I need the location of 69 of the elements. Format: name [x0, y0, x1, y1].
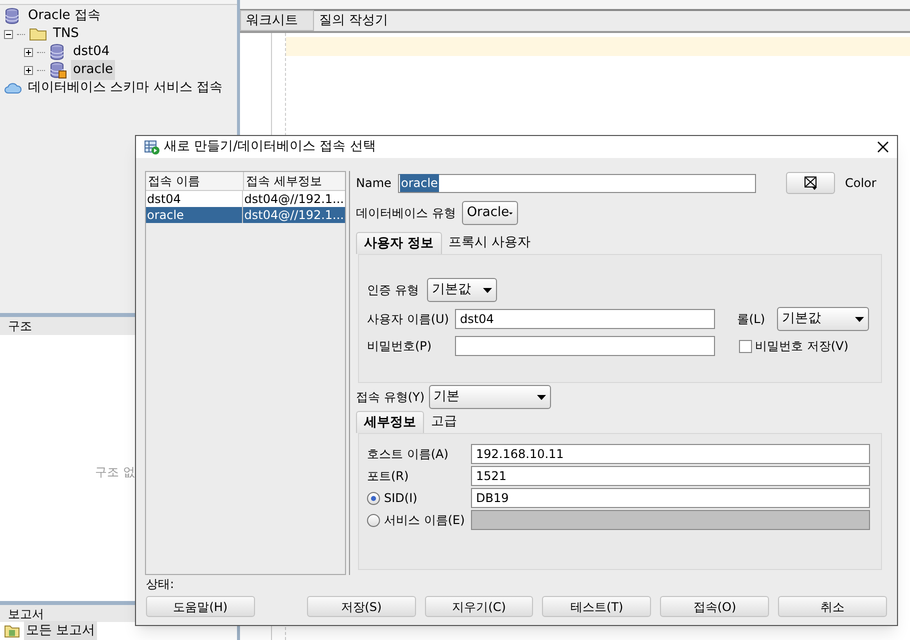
close-icon[interactable]: [877, 141, 889, 153]
field-label: 롤(L): [737, 311, 766, 328]
window-title: 새로 만들기/데이터베이스 접속 선택: [164, 138, 377, 156]
input-field[interactable]: [455, 336, 715, 356]
no-color-icon: [804, 176, 818, 190]
caret-icon: [536, 394, 546, 400]
table-cell: oracle: [146, 207, 244, 223]
radio-button[interactable]: [367, 514, 380, 526]
caret-icon: [855, 316, 864, 322]
input-field[interactable]: [471, 510, 870, 530]
radio-label: SID(I): [383, 490, 418, 507]
status-label: 상태:: [146, 576, 174, 593]
field-label: 포트(R): [367, 468, 410, 485]
tab[interactable]: 워크시트: [240, 10, 314, 31]
field-label: Name: [356, 175, 392, 192]
dropdown[interactable]: Oracle: [462, 201, 518, 225]
field-label: 사용자 이름(U): [367, 311, 450, 328]
tree-item[interactable]: TNS: [51, 24, 81, 44]
caret-icon: [483, 288, 492, 292]
field-label: 비밀번호(P): [367, 338, 433, 355]
color-button[interactable]: [786, 172, 835, 194]
input-field[interactable]: dst04: [455, 309, 715, 329]
tree-item[interactable]: Oracle 접속: [26, 6, 102, 26]
color-label: Color: [845, 175, 876, 192]
dropdown[interactable]: 기본값: [777, 307, 869, 331]
tree-item[interactable]: 데이터베이스 스키마 서비스 접속: [26, 78, 224, 98]
checkbox[interactable]: [739, 340, 752, 352]
field-label: 데이터베이스 유형: [356, 205, 456, 222]
folder-icon: [29, 27, 47, 41]
dialog-button[interactable]: 지우기(C): [424, 596, 534, 617]
field-label: 호스트 이름(A): [367, 446, 450, 463]
checkbox-label: 비밀번호 저장(V): [755, 338, 848, 355]
column-header[interactable]: 접속 이름: [146, 172, 244, 190]
table-cell: dst04@//192.1...: [243, 191, 345, 207]
table-row[interactable]: oracle dst04@//192.1...: [146, 207, 345, 223]
dialog-button[interactable]: 도움말(H): [146, 596, 255, 617]
table-row[interactable]: dst04 dst04@//192.1...: [146, 191, 345, 207]
empty-message: 구조 없: [95, 465, 135, 479]
tree-item[interactable]: dst04: [71, 42, 112, 62]
database-plug-icon: [49, 61, 67, 79]
dialog-button[interactable]: 저장(S): [306, 596, 416, 617]
tab[interactable]: 질의 작성기: [314, 10, 394, 31]
expand-icon[interactable]: [24, 48, 33, 56]
input-field[interactable]: 192.168.10.11: [471, 444, 870, 464]
tab[interactable]: 프록시 사용자: [442, 232, 538, 254]
tab[interactable]: 고급: [424, 411, 464, 433]
input-field[interactable]: oracle: [398, 174, 756, 192]
dropdown[interactable]: 기본: [428, 385, 551, 409]
dialog-button[interactable]: 취소: [778, 596, 887, 617]
dialog-button[interactable]: 테스트(T): [542, 596, 652, 617]
report-folder-icon: [4, 624, 20, 638]
collapse-icon[interactable]: [4, 30, 13, 38]
tab[interactable]: 사용자 정보: [356, 232, 442, 254]
radio-label: 서비스 이름(E): [383, 512, 466, 529]
cloud-icon: [4, 82, 22, 94]
expand-icon[interactable]: [24, 66, 33, 74]
dialog-button[interactable]: 접속(O): [660, 596, 770, 617]
dropdown[interactable]: 기본값: [427, 278, 497, 302]
input-field[interactable]: DB19: [471, 488, 870, 508]
table-cell: dst04@//192.1...: [243, 207, 345, 223]
tree-item[interactable]: 모든 보고서: [24, 621, 98, 640]
tree-item[interactable]: oracle: [71, 60, 116, 80]
input-field[interactable]: 1521: [471, 466, 870, 486]
radio-button[interactable]: [367, 492, 380, 504]
table-add-icon: [144, 139, 160, 155]
field-label: 인증 유형: [367, 282, 420, 299]
column-header[interactable]: 접속 세부정보: [244, 172, 345, 190]
tab[interactable]: 세부정보: [356, 411, 424, 433]
field-label: 접속 유형(Y): [356, 389, 425, 406]
